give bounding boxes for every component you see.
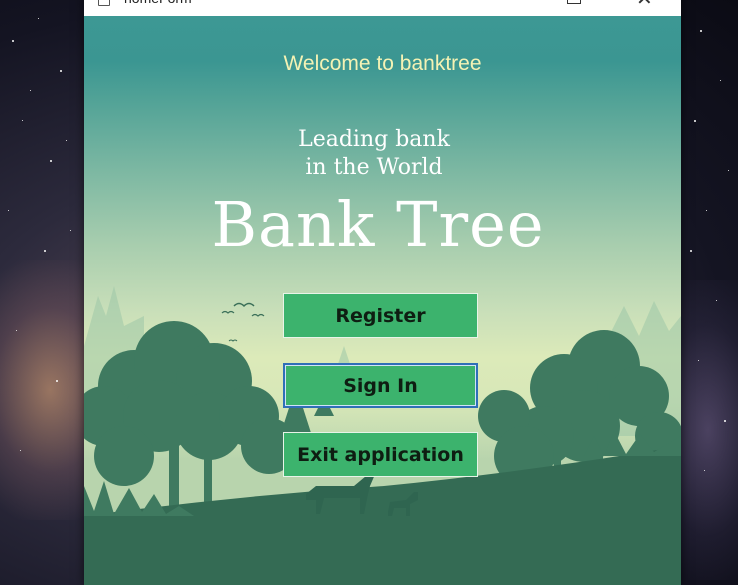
tagline: Leading bank in the World [84,126,664,182]
exit-application-button[interactable]: Exit application [283,432,478,477]
close-icon[interactable]: ✕ [636,0,653,11]
title-bar[interactable]: homeForm ✕ [84,0,681,16]
welcome-text: Welcome to banktree [283,52,482,75]
brand-title: Bank Tree [211,188,545,261]
home-form-client: Welcome to banktree Leading bank in the … [84,16,681,585]
app-window: homeForm ✕ [84,0,681,585]
sign-in-button[interactable]: Sign In [283,363,478,408]
tagline-line-1: Leading bank [298,127,450,152]
maximize-icon[interactable] [567,0,581,4]
window-title: homeForm [124,0,192,6]
app-icon [98,0,110,6]
birds [221,302,265,342]
tagline-line-2: in the World [305,155,443,180]
register-button[interactable]: Register [283,293,478,338]
